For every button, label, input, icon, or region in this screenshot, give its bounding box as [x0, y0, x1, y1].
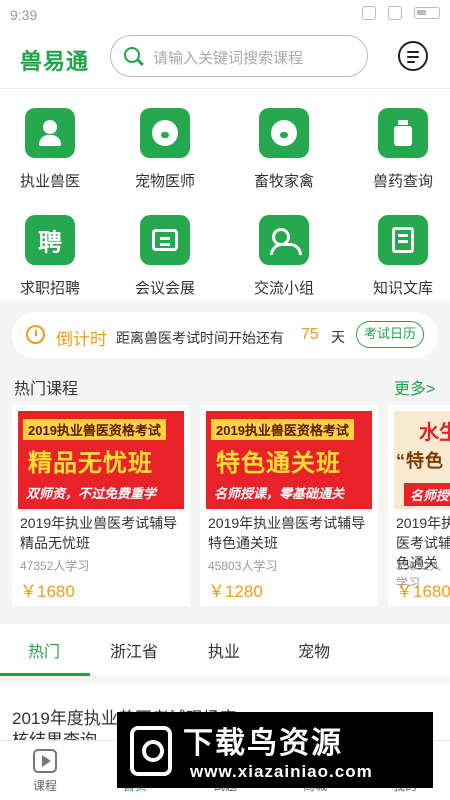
news-tabs: 热门 浙江省 执业 宠物 — [0, 624, 450, 676]
exam-calendar-button[interactable]: 考试日历 — [356, 321, 424, 348]
category-label: 宠物医师 — [134, 173, 195, 190]
watermark-text: 下载鸟资源 — [183, 727, 343, 760]
category-label: 兽药查询 — [372, 173, 433, 190]
app-logo: 兽易通 — [20, 49, 90, 74]
banner-title: 精品无忧班 — [28, 450, 153, 477]
tab-pet[interactable]: 宠物 — [298, 638, 330, 662]
category-livestock[interactable]: 畜牧家禽 — [234, 108, 334, 191]
recruit-icon: 聘 — [25, 215, 75, 265]
group-icon — [259, 215, 309, 265]
app-header: 兽易通 请输入关键词搜索课程 — [0, 30, 450, 88]
category-label: 交流小组 — [253, 280, 314, 297]
course-title: 2019年执业兽医考试辅导特色通关班 — [208, 515, 366, 551]
status-icons — [362, 6, 440, 20]
course-price: ￥1280 — [208, 582, 263, 601]
countdown-description: 距离兽医考试时间开始还有 — [116, 330, 284, 346]
tab-zhejiang[interactable]: 浙江省 — [110, 638, 158, 662]
status-time: 9:39 — [10, 7, 38, 23]
library-icon — [378, 215, 428, 265]
more-link[interactable]: 更多> — [394, 375, 435, 399]
alarm-icon — [362, 6, 376, 20]
pet-icon — [140, 108, 190, 158]
course-price: ￥1680 — [20, 582, 75, 601]
banner-slogan: 名师授课，零基础通关 — [214, 486, 345, 501]
banner-tag: 2019执业兽医资格考试 — [23, 419, 166, 440]
banner-slogan: 名师授 — [404, 483, 450, 506]
category-label: 会议会展 — [134, 280, 195, 297]
course-learners: 47352人学习 — [20, 559, 90, 573]
course-title: 2019年执业兽医考试辅导精品无忧班 — [20, 515, 178, 551]
countdown-days: 75 — [301, 326, 319, 343]
course-banner: 2019执业兽医资格考试 特色通关班 名师授课，零基础通关 — [206, 411, 372, 509]
category-label: 知识文库 — [372, 280, 433, 297]
search-icon — [124, 47, 140, 63]
exam-countdown: 倒计时 距离兽医考试时间开始还有 75 天 考试日历 — [12, 312, 438, 358]
countdown-title: 倒计时 — [56, 330, 107, 349]
category-pet-doctor[interactable]: 宠物医师 — [115, 108, 215, 191]
wifi-icon — [388, 6, 402, 20]
category-medicine[interactable]: 兽药查询 — [353, 108, 450, 191]
doctor-icon — [25, 108, 75, 158]
course-banner: 水生 “特色 名师授 — [394, 411, 450, 509]
play-icon — [33, 749, 57, 773]
category-jobs[interactable]: 聘 求职招聘 — [0, 215, 100, 298]
banner-title: “特色 — [396, 451, 444, 471]
watermark-logo-icon — [130, 726, 172, 776]
category-label: 执业兽医 — [19, 173, 80, 190]
medicine-bottle-icon — [378, 108, 428, 158]
countdown-unit: 天 — [331, 329, 345, 345]
banner-tag: 2019执业兽医资格考试 — [211, 419, 354, 440]
tab-hot[interactable]: 热门 — [28, 638, 60, 662]
watermark-url: www.xiazainiao.com — [190, 762, 373, 781]
banner-title: 特色通关班 — [216, 450, 341, 477]
menu-icon[interactable] — [398, 41, 428, 71]
course-learners: 45803人学习 — [208, 559, 278, 573]
search-bar[interactable]: 请输入关键词搜索课程 — [110, 35, 368, 77]
battery-icon — [414, 7, 440, 19]
clock-icon — [26, 325, 45, 344]
category-meetings[interactable]: 会议会展 — [115, 215, 215, 298]
search-placeholder: 请输入关键词搜索课程 — [153, 50, 304, 67]
status-bar: 9:39 — [0, 0, 450, 30]
category-vet[interactable]: 执业兽医 — [0, 108, 100, 191]
watermark: 下载鸟资源 www.xiazainiao.com — [117, 712, 433, 788]
category-groups[interactable]: 交流小组 — [234, 215, 334, 298]
category-grid: 执业兽医 宠物医师 畜牧家禽 兽药查询 聘 求职招聘 会议会展 交流小组 知识文… — [0, 88, 450, 300]
nav-label: 课程 — [32, 779, 57, 793]
category-label: 求职招聘 — [19, 280, 80, 297]
course-banner: 2019执业兽医资格考试 精品无忧班 双师资，不过免费重学 — [18, 411, 184, 509]
course-card[interactable]: 水生 “特色 名师授 2019年执业兽医考试辅导特色通关 35632人学习 ￥1… — [388, 405, 450, 606]
category-label: 畜牧家禽 — [253, 173, 314, 190]
banner-tag: 水生 — [419, 422, 450, 444]
hot-courses-title: 热门课程 — [14, 381, 79, 398]
active-tab-indicator — [0, 673, 90, 676]
banner-slogan: 双师资，不过免费重学 — [26, 486, 157, 501]
category-library[interactable]: 知识文库 — [353, 215, 450, 298]
nav-courses[interactable]: 课程 — [0, 749, 90, 794]
tab-practice[interactable]: 执业 — [208, 638, 240, 662]
course-card[interactable]: 2019执业兽医资格考试 特色通关班 名师授课，零基础通关 2019年执业兽医考… — [200, 405, 378, 606]
course-price: ￥1680 — [396, 582, 450, 601]
course-card[interactable]: 2019执业兽医资格考试 精品无忧班 双师资，不过免费重学 2019年执业兽医考… — [12, 405, 190, 606]
piggy-icon — [259, 108, 309, 158]
meeting-icon — [140, 215, 190, 265]
